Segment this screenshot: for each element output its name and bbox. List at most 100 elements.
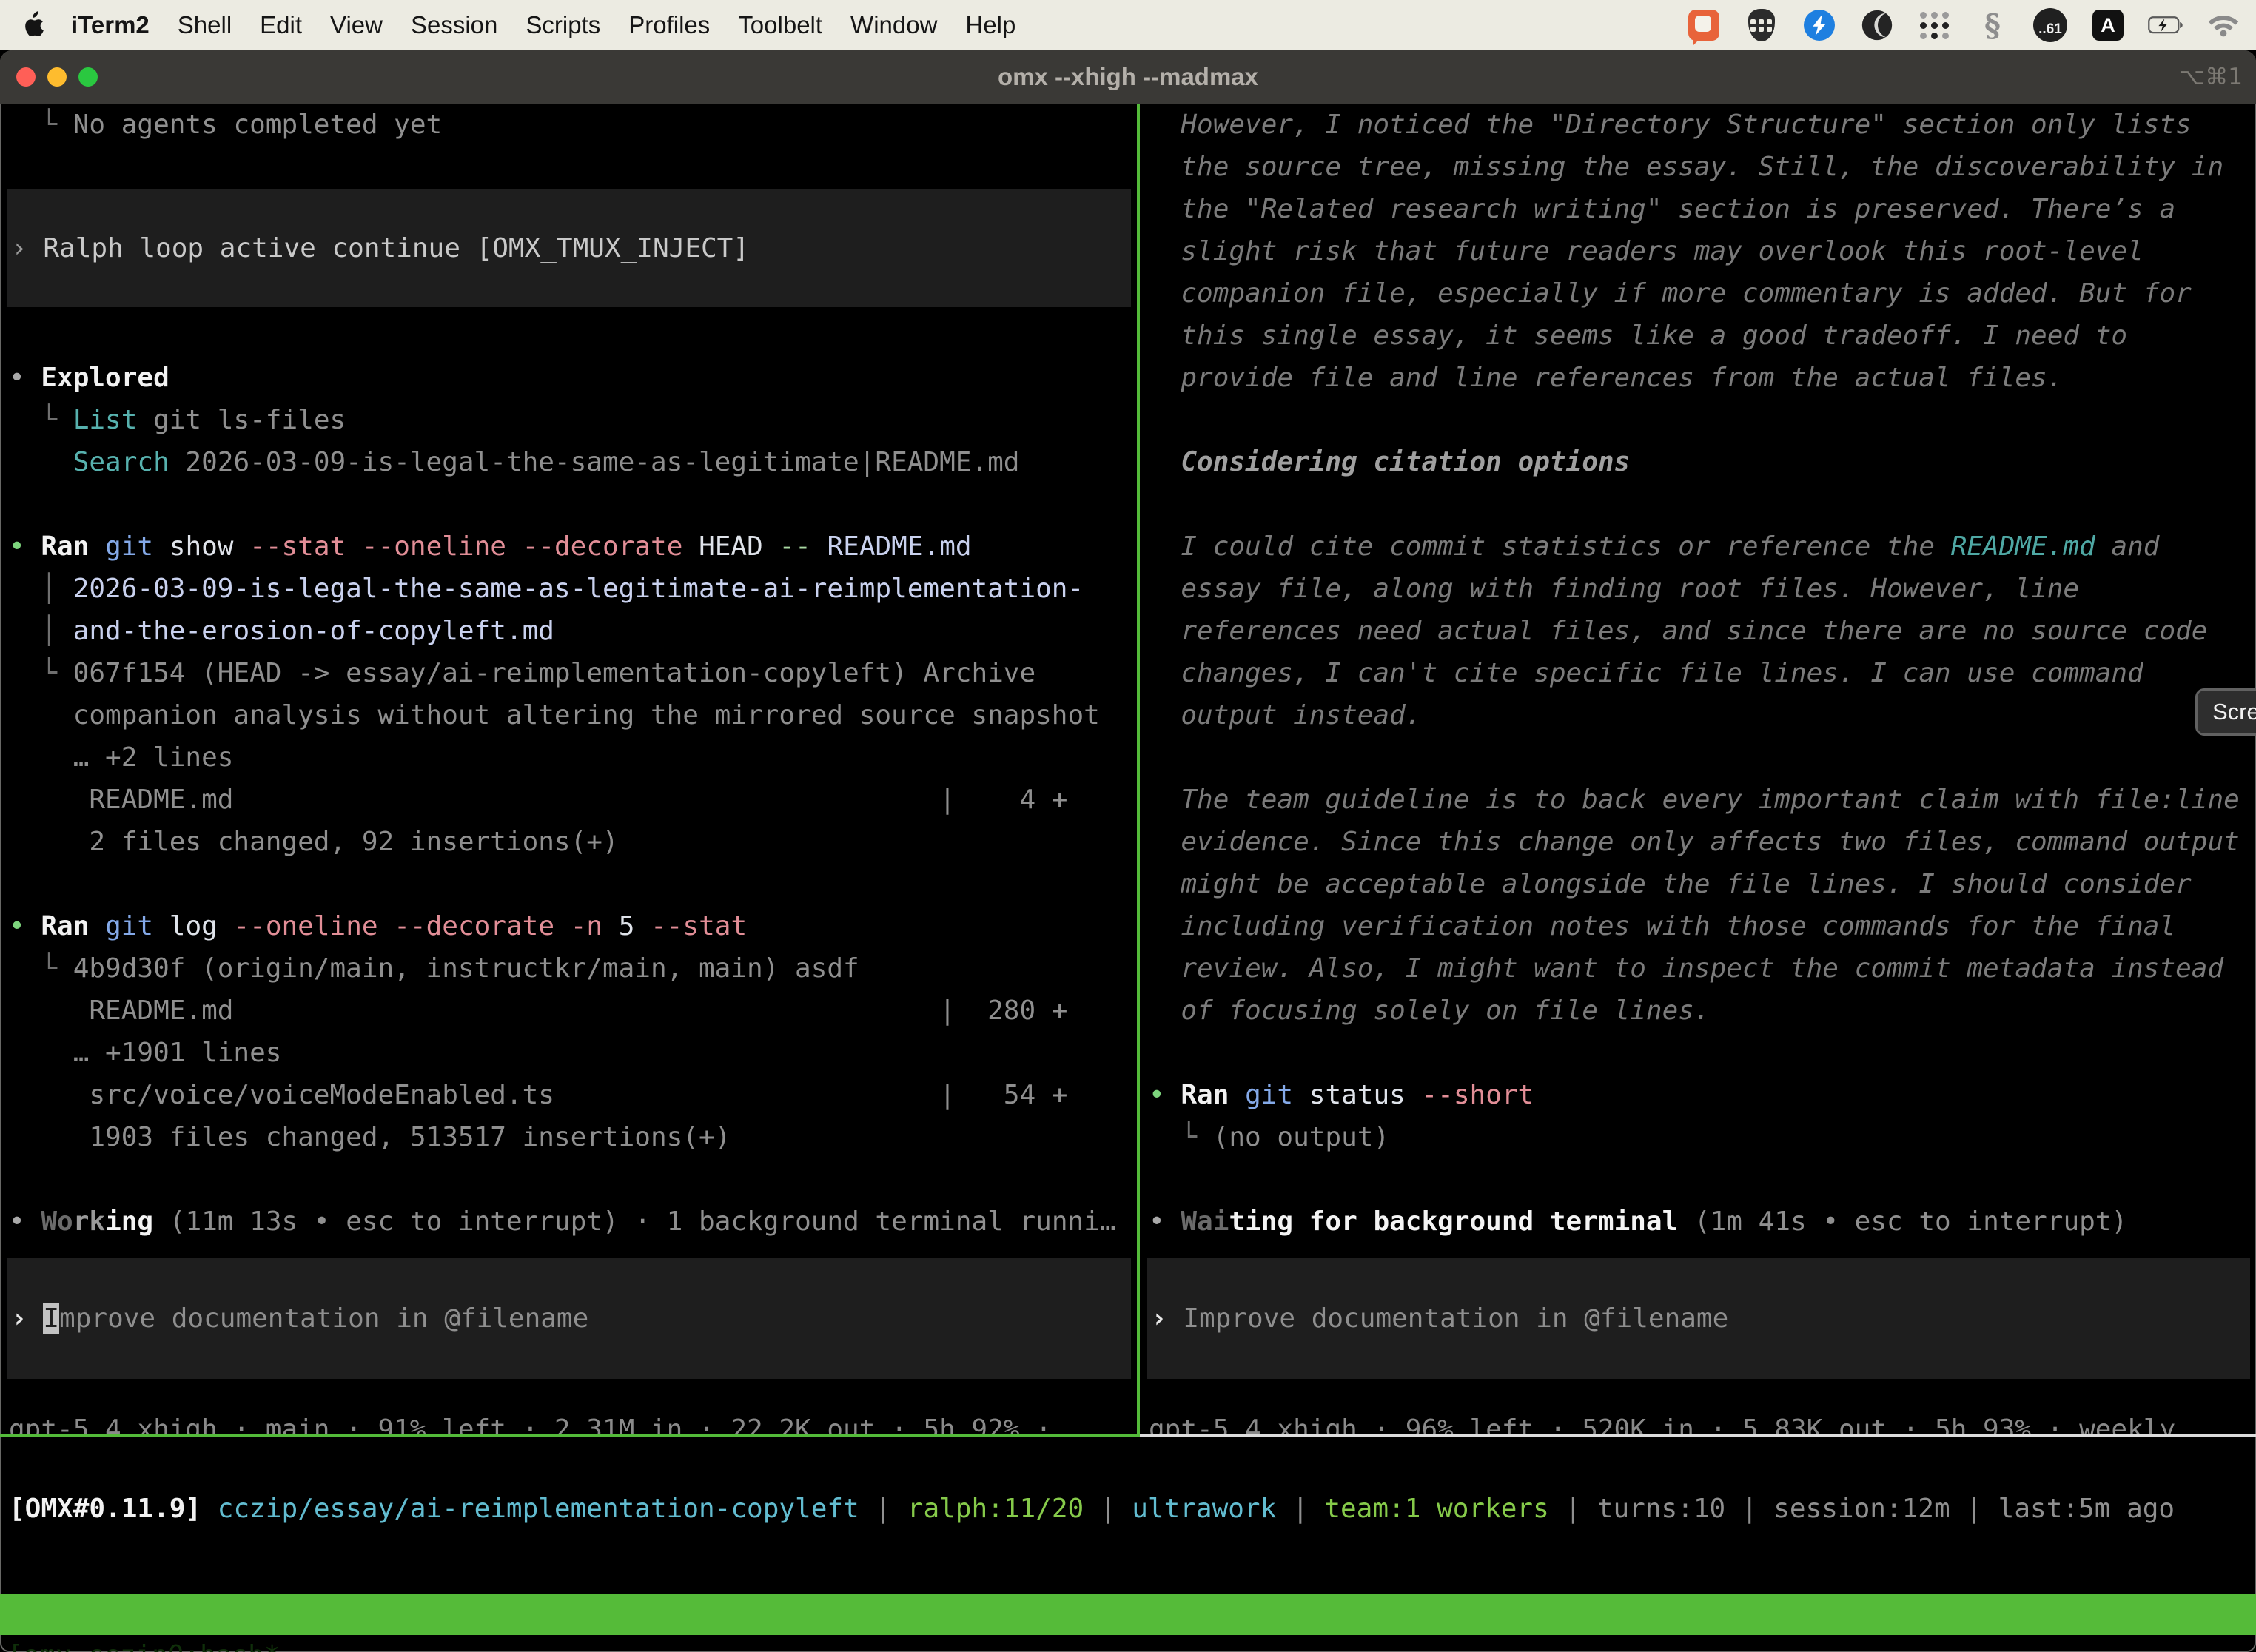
terminal-line: └ No agents completed yet: [9, 104, 1137, 146]
terminal-line: [1149, 736, 2256, 779]
right-pane-lines: However, I noticed the "Directory Struct…: [1140, 104, 2256, 1243]
squiggle-icon[interactable]: §: [1975, 7, 2010, 43]
right-input-box[interactable]: › Improve documentation in @filename: [1147, 1258, 2250, 1379]
terminal-line: references need actual files, and since …: [1149, 610, 2256, 652]
terminal-line: [1149, 399, 2256, 441]
menu-item-iterm2[interactable]: iTerm2: [71, 11, 150, 39]
screen-tooltip: Scre: [2195, 688, 2256, 736]
left-input-text: mprove documentation in @filename: [59, 1303, 588, 1334]
terminal-line: │ and-the-erosion-of-copyleft.md: [9, 610, 1137, 652]
terminal-window: omx --xhigh --madmax ⌥⌘1 └ No agents com…: [0, 50, 2256, 1652]
battery-icon[interactable]: [2148, 7, 2183, 43]
menu-item-scripts[interactable]: Scripts: [526, 11, 600, 39]
terminal-line: the source tree, missing the essay. Stil…: [1149, 146, 2256, 188]
macos-menu-bar: iTerm2 Shell Edit View Session Scripts P…: [0, 0, 2256, 50]
menu-item-session[interactable]: Session: [411, 11, 497, 39]
terminal-line: slight risk that future readers may over…: [1149, 230, 2256, 272]
window-title: omx --xhigh --madmax: [0, 50, 2256, 104]
terminal-line: [1149, 483, 2256, 526]
terminal-line: • Working (11m 13s • esc to interrupt) ·…: [9, 1201, 1137, 1243]
terminal-line: └ 067f154 (HEAD -> essay/ai-reimplementa…: [9, 652, 1137, 694]
menu-item-toolbelt[interactable]: Toolbelt: [738, 11, 822, 39]
terminal-line: companion analysis without altering the …: [9, 694, 1137, 736]
terminal-line: [9, 315, 1137, 357]
terminal-line: The team guideline is to back every impo…: [1149, 779, 2256, 821]
left-pane: └ No agents completed yet • Explored └ Li…: [0, 104, 1137, 1437]
terminal-line: 2 files changed, 92 insertions(+): [9, 821, 1137, 863]
terminal-line: [9, 1158, 1137, 1201]
prompt-chevron-icon: ›: [11, 233, 43, 263]
menu-status-icons: § ..61 A: [1686, 7, 2256, 43]
terminal-line: might be acceptable alongside the file l…: [1149, 863, 2256, 905]
bolt-badge-icon[interactable]: [1802, 7, 1837, 43]
tmux-status-bar: [omx-cczip0:bash* "MacBook-Pro-44.local"…: [0, 1594, 2256, 1635]
terminal-line: evidence. Since this change only affects…: [1149, 821, 2256, 863]
terminal-line: review. Also, I might want to inspect th…: [1149, 947, 2256, 990]
terminal-line: [9, 863, 1137, 905]
left-input-box[interactable]: › Improve documentation in @filename: [7, 1258, 1131, 1379]
terminal-line: changes, I can't cite specific file line…: [1149, 652, 2256, 694]
prompt-chevron-icon: ›: [11, 1303, 43, 1334]
chat-bubble-icon[interactable]: [1686, 7, 1722, 43]
terminal-line: However, I noticed the "Directory Struct…: [1149, 104, 2256, 146]
terminal-line: including verification notes with those …: [1149, 905, 2256, 947]
omx-status-bar: [OMX#0.11.9] cczip/essay/ai-reimplementa…: [9, 1488, 2175, 1530]
ralph-inject-box[interactable]: › Ralph loop active continue [OMX_TMUX_I…: [7, 189, 1131, 307]
terminal-line: the "Related research writing" section i…: [1149, 188, 2256, 230]
terminal-line: Search 2026-03-09-is-legal-the-same-as-l…: [9, 441, 1137, 483]
terminal-line: └ 4b9d30f (origin/main, instructkr/main,…: [9, 947, 1137, 990]
window-shortcut-badge: ⌥⌘1: [2179, 50, 2243, 104]
terminal-line: • Ran git log --oneline --decorate -n 5 …: [9, 905, 1137, 947]
right-session-status: gpt-5.4 xhigh · 96% left · 520K in · 5.8…: [1149, 1408, 2207, 1437]
terminal-line: • Ran git status --short: [1149, 1074, 2256, 1116]
menu-item-help[interactable]: Help: [965, 11, 1015, 39]
left-pane-bottom-border: [0, 1434, 1140, 1437]
terminal-line: this single essay, it seems like a good …: [1149, 315, 2256, 357]
dots-grid-icon[interactable]: [1917, 7, 1953, 43]
terminal-line: [9, 146, 1137, 188]
menu-item-edit[interactable]: Edit: [260, 11, 302, 39]
input-source-icon[interactable]: A: [2090, 7, 2126, 43]
text-cursor: I: [43, 1303, 59, 1334]
terminal-line: I could cite commit statistics or refere…: [1149, 526, 2256, 568]
right-input-text: Improve documentation in @filename: [1183, 1303, 1728, 1334]
terminal-line: • Explored: [9, 357, 1137, 399]
badge-61-icon[interactable]: ..61: [2032, 7, 2068, 43]
screen: iTerm2 Shell Edit View Session Scripts P…: [0, 0, 2256, 1652]
terminal-line: README.md | 4 +: [9, 779, 1137, 821]
ralph-inject-text: Ralph loop active continue [OMX_TMUX_INJ…: [43, 233, 749, 263]
menu-item-window[interactable]: Window: [850, 11, 937, 39]
screen-tooltip-text: Scre: [2212, 699, 2256, 725]
terminal-line: • Waiting for background terminal (1m 41…: [1149, 1201, 2256, 1243]
terminal-line: … +2 lines: [9, 736, 1137, 779]
moon-phase-icon[interactable]: [1859, 7, 1895, 43]
terminal-line: provide file and line references from th…: [1149, 357, 2256, 399]
left-session-status: gpt-5.4 xhigh · main · 91% left · 2.31M …: [9, 1408, 1084, 1437]
terminal-line: [1149, 1032, 2256, 1074]
terminal-line: [1149, 1158, 2256, 1201]
terminal-line: └ (no output): [1149, 1116, 2256, 1158]
right-pane-bottom-border: [1140, 1434, 2256, 1437]
terminal-line: [9, 483, 1137, 526]
terminal-line: essay file, along with finding root file…: [1149, 568, 2256, 610]
apple-logo-icon[interactable]: [21, 11, 44, 39]
wifi-icon[interactable]: [2206, 7, 2241, 43]
terminal-line: of focusing solely on file lines.: [1149, 990, 2256, 1032]
right-pane: However, I noticed the "Directory Struct…: [1140, 104, 2256, 1437]
terminal-line: companion file, especially if more comme…: [1149, 272, 2256, 315]
terminal-line: … +1901 lines: [9, 1032, 1137, 1074]
terminal-line: 1903 files changed, 513517 insertions(+): [9, 1116, 1137, 1158]
terminal-line: output instead.: [1149, 694, 2256, 736]
terminal-line: Considering citation options: [1149, 441, 2256, 483]
terminal-content: └ No agents completed yet • Explored └ Li…: [0, 104, 2256, 1437]
menu-item-profiles[interactable]: Profiles: [628, 11, 710, 39]
keypad-shield-icon[interactable]: [1744, 7, 1779, 43]
menu-item-shell[interactable]: Shell: [178, 11, 232, 39]
prompt-chevron-icon: ›: [1151, 1303, 1183, 1334]
terminal-line: • Ran git show --stat --oneline --decora…: [9, 526, 1137, 568]
terminal-line: README.md | 280 +: [9, 990, 1137, 1032]
menu-item-view[interactable]: View: [330, 11, 383, 39]
terminal-line: │ 2026-03-09-is-legal-the-same-as-legiti…: [9, 568, 1137, 610]
title-bar: omx --xhigh --madmax ⌥⌘1: [0, 50, 2256, 104]
terminal-line: └ List git ls-files: [9, 399, 1137, 441]
